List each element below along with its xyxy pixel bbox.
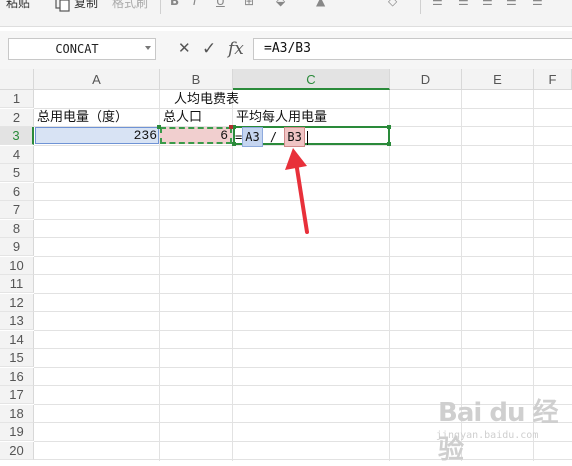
ribbon-toolbar: 粘贴 复制 格式刷 B I U ⊞ ⬙ ▲ ◇ ☰ ☰ ☰ ☰ ☰ <box>0 0 572 27</box>
clear-format-icon[interactable]: ◇ <box>388 0 397 8</box>
gridline <box>34 329 572 331</box>
name-box-value: CONCAT <box>55 42 99 56</box>
format-painter-button[interactable]: 格式刷 <box>112 0 148 11</box>
align-left-icon[interactable]: ☰ <box>432 0 443 8</box>
copy-button[interactable]: 复制 <box>74 0 98 11</box>
toolbar-divider <box>420 0 421 14</box>
fill-handle[interactable] <box>157 125 161 129</box>
distributed-icon[interactable]: ☰ <box>532 0 543 8</box>
chevron-down-icon[interactable] <box>145 46 151 50</box>
border-icon[interactable]: ⊞ <box>244 0 254 8</box>
formula-bar: CONCAT ✕ ✓ fx =A3/B3 <box>0 31 572 70</box>
gridline <box>34 255 572 257</box>
column-header-b[interactable]: B <box>160 69 233 90</box>
gridline <box>34 348 572 349</box>
name-box[interactable]: CONCAT <box>8 38 156 60</box>
fill-handle[interactable] <box>387 142 391 146</box>
row-header-7[interactable]: 7 <box>0 201 34 219</box>
formula-input[interactable]: =A3/B3 <box>253 38 572 60</box>
formula-prefix: = <box>235 130 243 144</box>
row-header-15[interactable]: 15 <box>0 349 34 367</box>
toolbar-divider <box>160 0 161 14</box>
align-right-icon[interactable]: ☰ <box>482 0 493 8</box>
gridline <box>159 90 160 461</box>
row-header-17[interactable]: 17 <box>0 386 34 404</box>
baidu-watermark-url: jingyan.baidu.com <box>436 430 539 441</box>
column-header-c[interactable]: C <box>233 69 390 90</box>
row-header-13[interactable]: 13 <box>0 312 34 330</box>
row-header-8[interactable]: 8 <box>0 219 34 238</box>
cell-b1: 人均电费表 <box>174 92 240 107</box>
row-header-16[interactable]: 16 <box>0 367 34 386</box>
cell-b2: 总人口 <box>163 110 203 125</box>
row-header-18[interactable]: 18 <box>0 404 34 423</box>
formula-text: =A3/B3 <box>264 41 311 56</box>
row-header-3[interactable]: 3 <box>0 127 34 145</box>
column-header-d[interactable]: D <box>390 69 462 90</box>
fill-handle[interactable] <box>387 125 391 129</box>
row-header-2[interactable]: 2 <box>0 108 34 127</box>
paste-button[interactable]: 粘贴 <box>6 0 30 11</box>
cell-c2: 平均每人用电量 <box>236 110 328 125</box>
copy-icon[interactable] <box>54 0 72 12</box>
row-header-9[interactable]: 9 <box>0 238 34 256</box>
baidu-watermark-logo: Bai du 经验 <box>438 398 559 465</box>
formula-operator: / <box>269 130 278 144</box>
annotation-arrow-shaft <box>294 160 309 234</box>
row-header-20[interactable]: 20 <box>0 441 34 460</box>
column-header-f[interactable]: F <box>534 69 572 90</box>
column-header-e[interactable]: E <box>462 69 534 90</box>
row-header-1[interactable]: 1 <box>0 90 34 108</box>
gridline <box>34 274 572 275</box>
align-center-icon[interactable]: ☰ <box>458 0 469 8</box>
row-header-6[interactable]: 6 <box>0 182 34 201</box>
confirm-icon[interactable]: ✓ <box>202 39 216 59</box>
row-header-10[interactable]: 10 <box>0 256 34 275</box>
gridline <box>34 366 572 368</box>
italic-icon[interactable]: I <box>193 0 197 8</box>
row-header-11[interactable]: 11 <box>0 275 34 293</box>
bold-icon[interactable]: B <box>170 0 179 8</box>
gridline <box>34 385 572 386</box>
annotation-arrow-icon <box>285 148 309 234</box>
gridline <box>34 292 572 294</box>
gridline <box>34 311 572 312</box>
fill-handle[interactable] <box>229 125 233 129</box>
cell-a3: 236 <box>133 128 157 143</box>
underline-icon[interactable]: U <box>216 0 225 8</box>
select-all-corner[interactable] <box>0 69 34 90</box>
cancel-icon[interactable]: ✕ <box>178 39 191 57</box>
fill-color-icon[interactable]: ⬙ <box>276 0 285 8</box>
row-header-19[interactable]: 19 <box>0 423 34 441</box>
column-header-a[interactable]: A <box>34 69 160 90</box>
formula-ref-a3: A3 <box>242 127 263 147</box>
annotation-arrow-head <box>285 148 307 170</box>
insert-function-icon[interactable]: fx <box>228 39 244 59</box>
row-header-5[interactable]: 5 <box>0 164 34 182</box>
justify-icon[interactable]: ☰ <box>506 0 517 8</box>
cell-b3: 6 <box>220 128 228 143</box>
font-color-icon[interactable]: ▲ <box>316 0 325 8</box>
row-header-4[interactable]: 4 <box>0 145 34 164</box>
row-header-12[interactable]: 12 <box>0 293 34 312</box>
row-header-14[interactable]: 14 <box>0 330 34 349</box>
cell-a2: 总用电量（度） <box>37 110 129 125</box>
